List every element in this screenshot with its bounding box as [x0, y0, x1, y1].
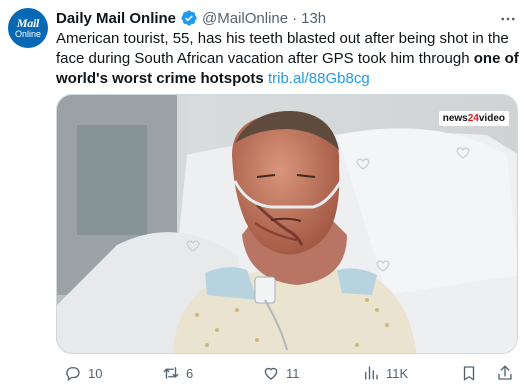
reply-count: 10 — [88, 365, 103, 381]
views-icon — [365, 366, 378, 380]
like-icon — [264, 367, 278, 380]
bookmark-icon — [463, 366, 475, 381]
reply-icon — [66, 367, 80, 382]
news24-video-badge: news24video — [438, 111, 509, 126]
retweet-count: 6 — [186, 365, 194, 381]
share-icon — [498, 365, 512, 380]
tweet-text: American tourist, 55, has his teeth blas… — [56, 29, 526, 89]
separator-dot: · — [292, 9, 298, 27]
tweet-header: Daily Mail Online @MailOnline · 13h — [56, 8, 524, 28]
tweet-link[interactable]: trib.al/88Gb8cg — [268, 70, 370, 87]
more-options-icon[interactable] — [498, 9, 518, 29]
media-video[interactable]: news24video — [56, 94, 518, 354]
verified-badge-icon — [180, 9, 198, 27]
views-count: 11K — [386, 365, 409, 381]
retweet-icon — [163, 367, 179, 379]
share-button[interactable] — [496, 364, 514, 382]
like-count: 11 — [286, 365, 300, 381]
views-button[interactable]: 11K — [362, 364, 408, 382]
like-button[interactable]: 11 — [262, 364, 300, 382]
author-name[interactable]: Daily Mail Online — [56, 10, 176, 27]
action-bar: 10 6 11 11K — [56, 362, 524, 384]
author-handle[interactable]: @MailOnline — [202, 10, 288, 27]
avatar-logo-line1: Mail — [16, 16, 40, 30]
bookmark-button[interactable] — [460, 364, 478, 382]
tweet-text-plain: American tourist, 55, has his teeth blas… — [56, 30, 509, 67]
avatar-logo-line2: Online — [14, 29, 41, 39]
tweet-time[interactable]: 13h — [301, 10, 326, 27]
avatar[interactable]: Mail Online — [8, 8, 48, 48]
retweet-button[interactable]: 6 — [162, 364, 193, 382]
tweet[interactable]: Mail Online Daily Mail Online @MailOnlin… — [0, 0, 532, 390]
video-frame — [57, 95, 517, 353]
reply-button[interactable]: 10 — [64, 364, 102, 382]
